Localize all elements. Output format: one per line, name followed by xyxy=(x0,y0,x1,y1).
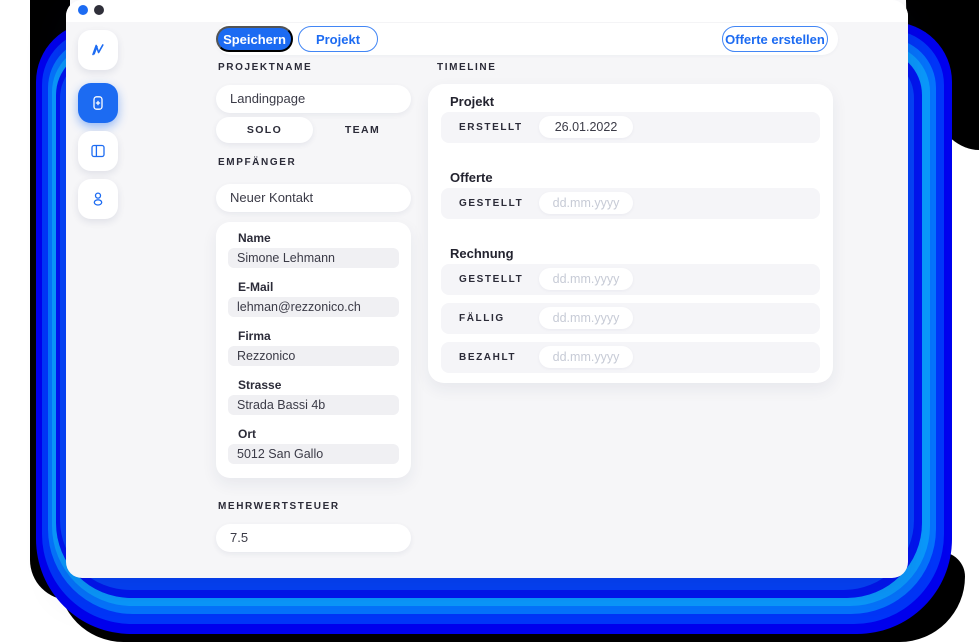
timeline-row: GESTELLT dd.mm.yyyy xyxy=(441,188,820,219)
app-window: Speichern Projekt Offerte erstellen PROJ… xyxy=(66,0,908,578)
contact-name-input[interactable]: Simone Lehmann xyxy=(228,248,399,268)
contact-field-label: Strasse xyxy=(238,378,282,392)
date-input-faellig[interactable]: dd.mm.yyyy xyxy=(539,307,633,329)
timeline-title: TIMELINE xyxy=(437,62,497,73)
mode-option-solo[interactable]: SOLO xyxy=(216,117,313,143)
timeline-section-title: Rechnung xyxy=(450,246,514,261)
window-dot-dark[interactable] xyxy=(94,5,104,15)
project-button[interactable]: Projekt xyxy=(298,26,378,52)
window-dot-blue[interactable] xyxy=(78,5,88,15)
timeline-section-title: Projekt xyxy=(450,94,495,109)
split-panel-icon xyxy=(89,142,107,160)
timeline-row: GESTELLT dd.mm.yyyy xyxy=(441,264,820,295)
mwst-label: MEHRWERTSTEUER xyxy=(218,501,340,512)
mode-option-team[interactable]: TEAM xyxy=(314,117,411,143)
user-icon xyxy=(89,190,107,208)
logo-m-icon xyxy=(89,41,107,59)
contact-field-label: Ort xyxy=(238,427,256,441)
date-input-erstellt[interactable]: 26.01.2022 xyxy=(539,116,633,138)
mode-toggle: SOLO TEAM xyxy=(216,117,411,143)
sidebar-item-documents[interactable] xyxy=(78,131,118,171)
add-project-icon xyxy=(89,94,107,112)
timeline-row: BEZAHLT dd.mm.yyyy xyxy=(441,342,820,373)
date-input-bezahlt[interactable]: dd.mm.yyyy xyxy=(539,346,633,368)
timeline-section-title: Offerte xyxy=(450,170,493,185)
sidebar-item-contacts[interactable] xyxy=(78,179,118,219)
timeline-row-label: GESTELLT xyxy=(459,274,524,285)
timeline-row-label: BEZAHLT xyxy=(459,352,517,363)
date-input-offerte-gestellt[interactable]: dd.mm.yyyy xyxy=(539,192,633,214)
sidebar-item-project[interactable] xyxy=(78,83,118,123)
contact-city-input[interactable]: 5012 San Gallo xyxy=(228,444,399,464)
timeline-row-label: FÄLLIG xyxy=(459,313,505,324)
projektname-label: PROJEKTNAME xyxy=(218,62,313,73)
contact-field-label: Firma xyxy=(238,329,271,343)
timeline-card: Projekt ERSTELLT 26.01.2022 Offerte GEST… xyxy=(428,84,833,383)
timeline-row: ERSTELLT 26.01.2022 xyxy=(441,112,820,143)
empfaenger-select[interactable]: Neuer Kontakt xyxy=(216,184,411,212)
page: Speichern Projekt Offerte erstellen PROJ… xyxy=(0,0,979,642)
projektname-input[interactable]: Landingpage xyxy=(216,85,411,113)
empfaenger-label: EMPFÄNGER xyxy=(218,157,297,168)
create-offer-button[interactable]: Offerte erstellen xyxy=(722,26,828,52)
date-input-rechnung-gestellt[interactable]: dd.mm.yyyy xyxy=(539,268,633,290)
contact-email-input[interactable]: lehman@rezzonico.ch xyxy=(228,297,399,317)
timeline-row: FÄLLIG dd.mm.yyyy xyxy=(441,303,820,334)
mwst-input[interactable]: 7.5 xyxy=(216,524,411,552)
timeline-row-label: GESTELLT xyxy=(459,198,524,209)
contact-company-input[interactable]: Rezzonico xyxy=(228,346,399,366)
contact-field-label: Name xyxy=(238,231,271,245)
sidebar-item-logo[interactable] xyxy=(78,30,118,70)
timeline-row-label: ERSTELLT xyxy=(459,122,523,133)
save-button[interactable]: Speichern xyxy=(216,26,293,52)
titlebar xyxy=(66,0,908,22)
contact-field-label: E-Mail xyxy=(238,280,274,294)
contact-card: Name Simone Lehmann E-Mail lehman@rezzon… xyxy=(216,222,411,478)
contact-street-input[interactable]: Strada Bassi 4b xyxy=(228,395,399,415)
